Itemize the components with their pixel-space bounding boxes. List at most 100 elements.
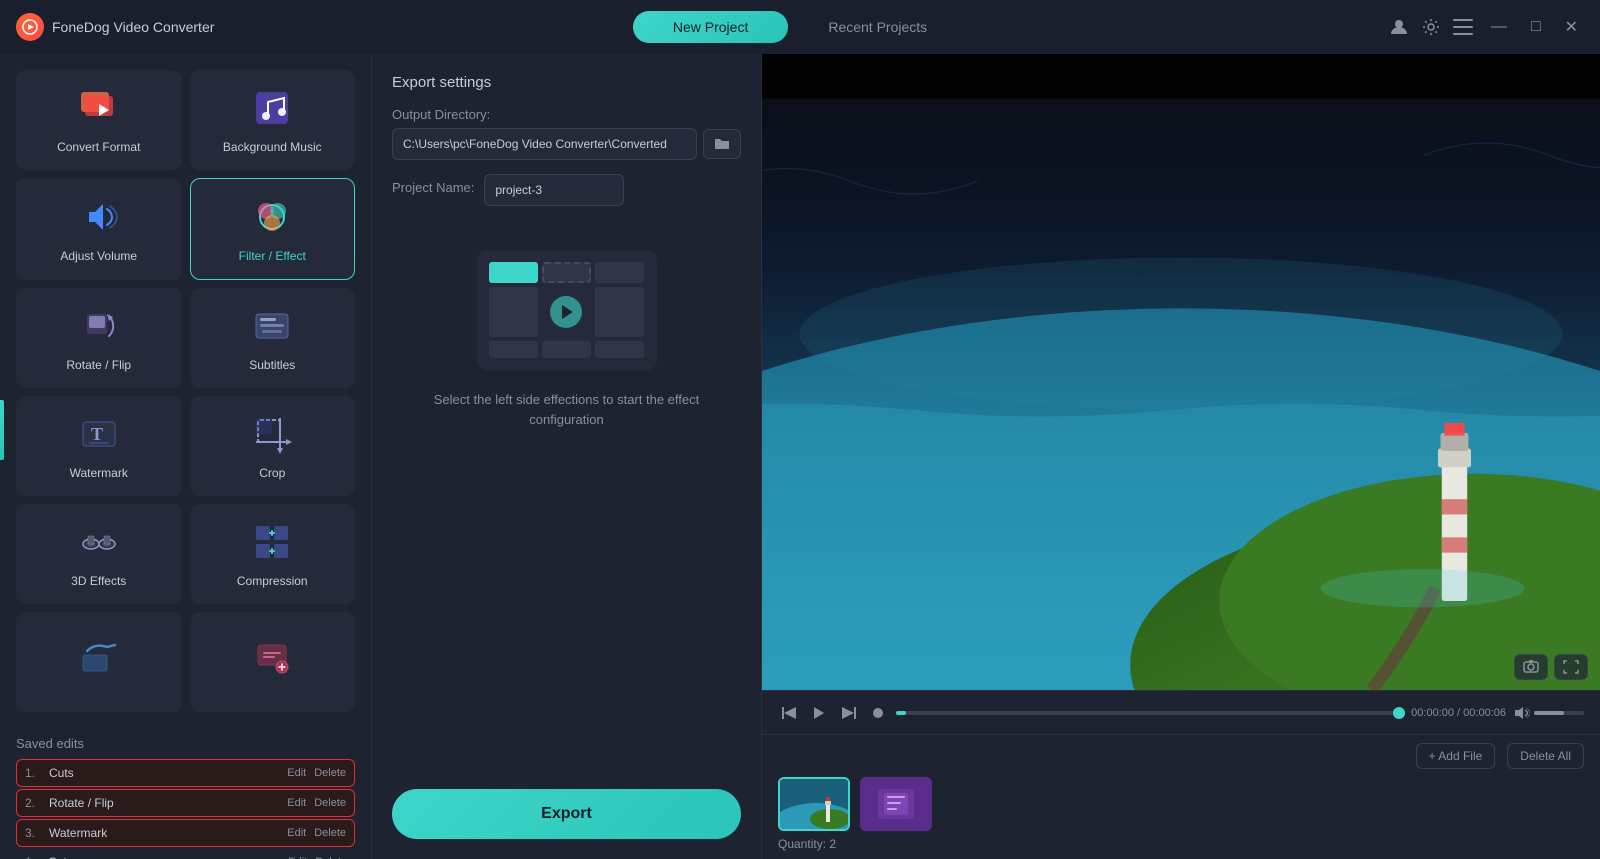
add-file-button[interactable]: + Add File [1416, 743, 1496, 769]
saved-item-4-name: Cuts [48, 855, 288, 859]
middle-panel: Export settings Output Directory: Projec… [372, 54, 762, 859]
export-settings-title: Export settings [392, 74, 741, 91]
saved-item-2: 2. Rotate / Flip Edit Delete [16, 789, 355, 817]
subtitles-label: Subtitles [249, 358, 295, 372]
crop-icon [250, 412, 294, 456]
saved-item-1-actions: Edit Delete [287, 767, 346, 779]
tool-more-2[interactable] [190, 612, 356, 712]
grid-cell-play [542, 287, 591, 336]
grid-cell-ml [489, 287, 538, 336]
files-thumbnails [778, 777, 1584, 831]
more-1-icon [77, 635, 121, 679]
saved-item-2-edit[interactable]: Edit [287, 797, 306, 809]
grid-cell-tl [489, 262, 538, 283]
saved-item-1-edit[interactable]: Edit [287, 767, 306, 779]
file-thumb-2[interactable] [860, 777, 932, 831]
volume-icon-button[interactable] [1514, 706, 1530, 720]
saved-item-3-delete[interactable]: Delete [314, 827, 346, 839]
minimize-button[interactable]: — [1485, 16, 1513, 38]
tool-convert-format[interactable]: Convert Format [16, 70, 182, 170]
playback-dot [1393, 707, 1405, 719]
tool-rotate-flip[interactable]: Rotate / Flip [16, 288, 182, 388]
watermark-label: Watermark [70, 466, 128, 480]
rotate-flip-label: Rotate / Flip [66, 358, 131, 372]
saved-item-1-num: 1. [25, 766, 49, 780]
tool-background-music[interactable]: Background Music [190, 70, 356, 170]
user-icon[interactable] [1389, 17, 1409, 37]
background-music-label: Background Music [223, 140, 322, 154]
menu-icon[interactable] [1453, 19, 1473, 35]
adjust-volume-label: Adjust Volume [60, 249, 137, 263]
saved-edits-section: Saved edits 1. Cuts Edit Delete 2. Rotat… [0, 728, 371, 859]
saved-item-3-edit[interactable]: Edit [287, 827, 306, 839]
screenshot-button[interactable] [1514, 654, 1548, 680]
maximize-button[interactable]: □ [1525, 16, 1547, 38]
main-content: Convert Format Background Music [0, 54, 1600, 859]
saved-item-2-actions: Edit Delete [287, 797, 346, 809]
current-time: 00:00:00 [1411, 707, 1454, 719]
tool-filter-effect[interactable]: Filter / Effect [190, 178, 356, 280]
tool-subtitles[interactable]: Subtitles [190, 288, 356, 388]
fullscreen-button[interactable] [1554, 654, 1588, 680]
3d-effects-label: 3D Effects [71, 574, 126, 588]
adjust-volume-icon [77, 195, 121, 239]
saved-item-2-delete[interactable]: Delete [314, 797, 346, 809]
saved-item-1-delete[interactable]: Delete [314, 767, 346, 779]
vertical-indicator [0, 400, 4, 460]
tool-more-1[interactable] [16, 612, 182, 712]
tool-adjust-volume[interactable]: Adjust Volume [16, 178, 182, 280]
titlebar: FoneDog Video Converter New Project Rece… [0, 0, 1600, 54]
output-dir-row [392, 128, 741, 160]
output-dir-field: Output Directory: [392, 107, 741, 160]
effect-placeholder: Select the left side effections to start… [392, 220, 741, 459]
background-music-icon [250, 86, 294, 130]
close-button[interactable]: ✕ [1559, 15, 1584, 39]
export-button[interactable]: Export [392, 789, 741, 839]
3d-effects-icon [77, 520, 121, 564]
folder-browse-button[interactable] [703, 129, 741, 159]
skip-forward-button[interactable] [838, 707, 860, 719]
volume-fill [1534, 711, 1564, 715]
grid-cell-tm [542, 262, 591, 283]
file-thumb-1[interactable] [778, 777, 850, 831]
filter-effect-label: Filter / Effect [239, 249, 306, 263]
thumb-1-preview [780, 779, 848, 829]
new-project-tab[interactable]: New Project [633, 11, 788, 43]
files-bar: + Add File Delete All [762, 734, 1600, 859]
saved-item-2-name: Rotate / Flip [49, 796, 287, 810]
video-scene [762, 54, 1600, 690]
effect-visual [477, 250, 657, 370]
settings-icon[interactable] [1421, 17, 1441, 37]
video-preview [762, 54, 1600, 690]
recent-projects-tab[interactable]: Recent Projects [788, 11, 967, 43]
project-name-input[interactable] [484, 174, 624, 206]
play-button[interactable] [808, 706, 830, 720]
grid-cell-mr [595, 287, 644, 336]
volume-bar[interactable] [1534, 711, 1584, 715]
saved-item-4-num: 4. [24, 855, 48, 859]
saved-item-3-name: Watermark [49, 826, 287, 840]
tool-compression[interactable]: Compression [190, 504, 356, 604]
tool-watermark[interactable]: T Watermark [16, 396, 182, 496]
watermark-icon: T [77, 412, 121, 456]
tools-grid: Convert Format Background Music [0, 54, 371, 728]
grid-cell-br [595, 341, 644, 358]
right-panel: 00:00:00 / 00:00:06 + [762, 54, 1600, 859]
grid-cell-bm [542, 341, 591, 358]
playback-progress-fill [896, 711, 906, 715]
output-dir-input[interactable] [392, 128, 697, 160]
record-button[interactable] [868, 707, 888, 719]
more-2-icon [250, 635, 294, 679]
output-dir-label: Output Directory: [392, 107, 741, 122]
delete-all-button[interactable]: Delete All [1507, 743, 1584, 769]
convert-format-label: Convert Format [57, 140, 140, 154]
export-settings: Export settings Output Directory: Projec… [372, 54, 761, 789]
saved-item-4: 4. Cuts Edit Delete [16, 849, 355, 859]
compression-label: Compression [237, 574, 308, 588]
tool-3d-effects[interactable]: 3D Effects [16, 504, 182, 604]
skip-back-button[interactable] [778, 707, 800, 719]
volume-control [1514, 706, 1584, 720]
tool-crop[interactable]: Crop [190, 396, 356, 496]
nav-tabs: New Project Recent Projects [633, 11, 967, 43]
playback-progress[interactable] [896, 711, 1403, 715]
